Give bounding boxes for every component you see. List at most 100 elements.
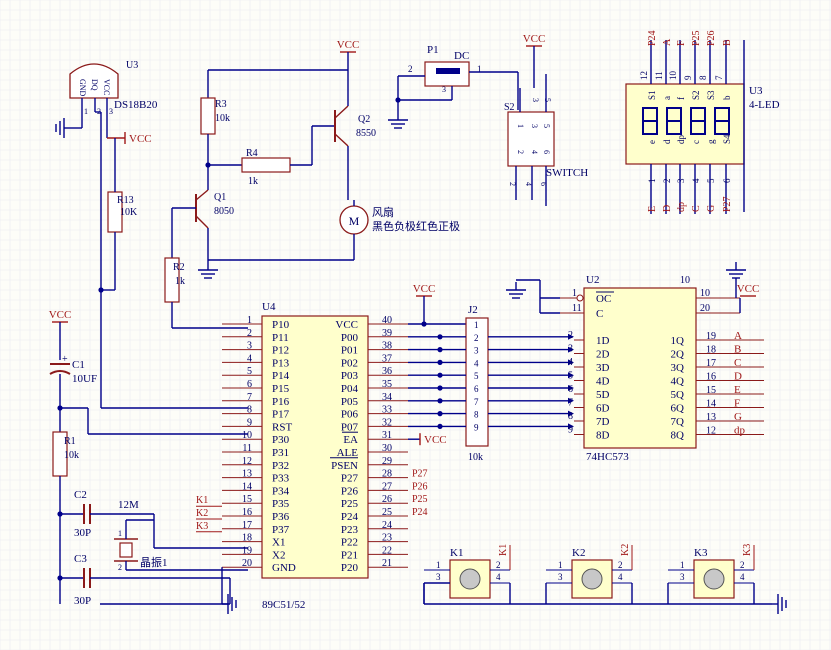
- u2-right-pin-number: 17: [706, 358, 716, 369]
- u2-right-pin-name: 4Q: [671, 376, 685, 388]
- led-top-net: P24: [647, 30, 658, 46]
- u4-left-pin-name: P17: [272, 409, 290, 421]
- u4-left-pin-number: 5: [247, 366, 252, 377]
- c3-designator: C3: [74, 553, 87, 565]
- u4-right-pin-number: 35: [382, 379, 392, 390]
- j2-designator: J2: [468, 304, 478, 316]
- q1-designator: Q1: [214, 192, 226, 203]
- motor-polarity-note: 黑色负极红色正极: [372, 219, 460, 233]
- p1-value: DC: [454, 50, 469, 62]
- u4-right-pin-name: P20: [341, 562, 359, 574]
- u4-right-pin-number: 21: [382, 558, 392, 569]
- ds18b20-designator: U3: [126, 60, 138, 71]
- switch-pin-number: 2: [516, 150, 525, 154]
- resistor-r4: [241, 157, 291, 173]
- r2-designator: R2: [173, 262, 185, 273]
- key-pin: 1: [558, 560, 563, 570]
- key-1-designator: K1: [450, 547, 463, 559]
- led-bottom-net: dp: [676, 202, 687, 212]
- led-inner-label: f: [676, 97, 686, 100]
- u4-right-pin-name: P07: [341, 421, 359, 433]
- u4-right-pin-number: 23: [382, 533, 392, 544]
- u4-right-pin-number: 34: [382, 392, 392, 403]
- u2-left-pin-number: 5: [568, 371, 573, 382]
- u2-left-pin-name: OC: [596, 293, 611, 305]
- u2-output-net: G: [734, 411, 742, 423]
- key-pin: 3: [558, 572, 563, 582]
- motor-name: 风扇: [372, 205, 394, 219]
- junction-dot: [437, 411, 443, 417]
- u2-pin-10-top: 10: [680, 275, 690, 286]
- u4-left-pin-number: 18: [242, 533, 252, 544]
- junction-dot: [437, 372, 443, 378]
- u2-output-net: B: [734, 344, 741, 356]
- switch-designator: S2: [504, 102, 515, 113]
- c3-value: 30P: [74, 595, 91, 607]
- u2-right-pin-number: 18: [706, 345, 716, 356]
- u4-left-pin-name: RST: [272, 421, 292, 433]
- u4-left-pin-name: GND: [272, 562, 296, 574]
- led-bottom-net: C: [691, 205, 702, 212]
- j2-pin-number: 5: [474, 371, 479, 381]
- c2-value: 30P: [74, 527, 91, 539]
- u4-left-pin-number: 12: [242, 456, 252, 467]
- u4-right-pin-name: P27: [341, 473, 359, 485]
- key-pin: 3: [680, 572, 685, 582]
- switch-pin-number: 3: [530, 124, 539, 128]
- switch-pin-bottom: 6: [539, 182, 548, 186]
- u2-left-pin-number: 11: [572, 303, 582, 314]
- vcc-label: VCC: [129, 133, 152, 145]
- u2-output-net: dp: [734, 425, 746, 437]
- u2-right-pin-name: 5Q: [671, 389, 685, 401]
- vcc-label: VCC: [737, 283, 760, 295]
- u2-left-pin-name: 5D: [596, 389, 610, 401]
- led-inner-label: S2: [691, 90, 701, 100]
- u2-output-net: C: [734, 357, 741, 369]
- u2-left-pin-name: 1D: [596, 335, 610, 347]
- u2-left-pin-name: 4D: [596, 376, 610, 388]
- switch-pin-number: 4: [530, 150, 539, 154]
- u4-right-pin-name: P23: [341, 524, 359, 536]
- led-inner-bottom-label: d: [662, 139, 672, 144]
- u2-left-pin-number: 7: [568, 398, 573, 409]
- key-1-net: K1: [498, 544, 509, 556]
- u4-left-pin-number: 15: [242, 494, 252, 505]
- led-inner-bottom-label: S4: [722, 134, 732, 144]
- u2-right-pin-number: 19: [706, 331, 716, 342]
- led-bottom-pin: 6: [722, 178, 732, 183]
- r4-value: 1k: [248, 176, 258, 187]
- u4-right-pin-number: 36: [382, 366, 392, 377]
- u4-key-net: K3: [196, 521, 208, 532]
- u2-left-pin-number: 6: [568, 384, 573, 395]
- u4-right-pin-name: PSEN: [331, 460, 358, 472]
- ds18b20-pin-number: 3: [109, 107, 113, 116]
- u4-right-pin-name: P00: [341, 332, 359, 344]
- u4-right-pin-name: EA: [343, 434, 358, 446]
- u4-left-pin-name: P35: [272, 498, 290, 510]
- u4-left-pin-name: P16: [272, 396, 290, 408]
- led-bottom-pin: 3: [676, 178, 686, 183]
- u4-net-label: P25: [412, 494, 428, 505]
- u4-right-pin-name: P06: [341, 409, 359, 421]
- r3-value: 10k: [215, 113, 230, 124]
- ds18b20-pin-number: 1: [84, 107, 88, 116]
- u4-left-pin-number: 20: [242, 558, 252, 569]
- j2-value: 10k: [468, 452, 483, 463]
- key-pin: 4: [618, 572, 623, 582]
- led-bottom-pin: 1: [647, 179, 657, 184]
- q1-value: 8050: [214, 206, 234, 217]
- led-bottom-net: D: [662, 205, 673, 212]
- led-inner-label: b: [722, 95, 732, 100]
- u4-right-pin-name: P02: [341, 357, 358, 369]
- key-pin: 4: [740, 572, 745, 582]
- u4-net-label: P27: [412, 469, 428, 480]
- key-2-button: [581, 568, 603, 590]
- u4-right-pin-number: 29: [382, 456, 392, 467]
- u2-left-pin-number: 9: [568, 425, 573, 436]
- u2-oc-bubble: [576, 294, 584, 302]
- u4-left-pin-name: P12: [272, 345, 289, 357]
- c1-value: 10UF: [72, 373, 97, 385]
- led-top-net: P26: [706, 30, 717, 46]
- switch-pin-number: 6: [542, 150, 551, 154]
- key-pin: 3: [436, 572, 441, 582]
